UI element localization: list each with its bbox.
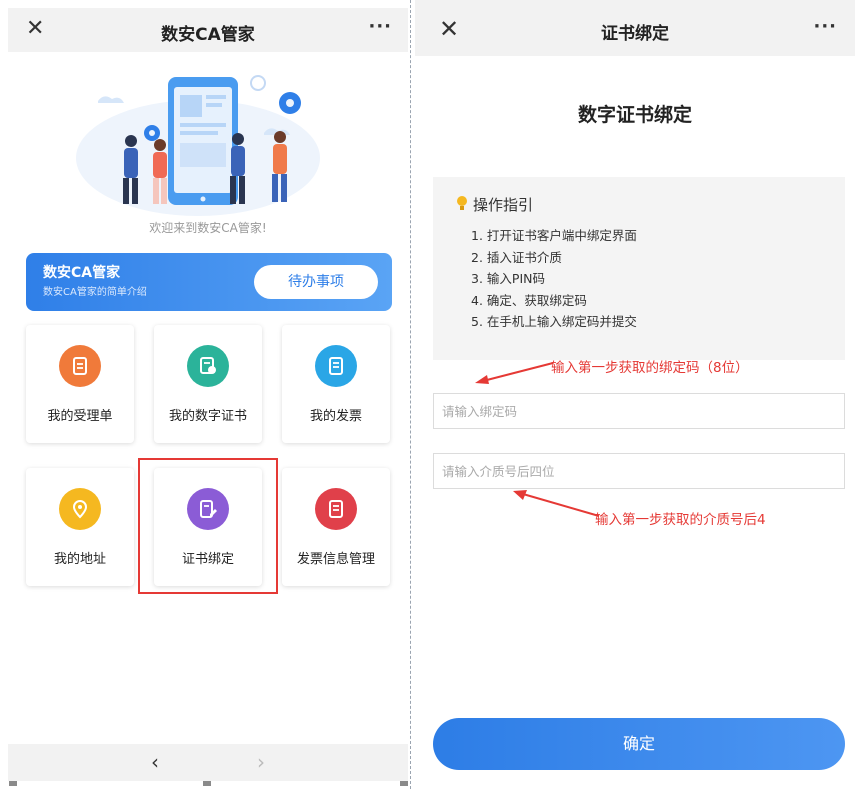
back-arrow-icon[interactable]: ‹ — [151, 750, 159, 774]
top-bar: ✕ 数安CA管家 ··· — [8, 8, 408, 52]
tile-label: 我的受理单 — [47, 409, 113, 424]
bind-code-input[interactable] — [434, 394, 844, 428]
guide-steps: 1. 打开证书客户端中绑定界面 2. 插入证书介质 3. 输入PIN码 4. 确… — [471, 225, 637, 333]
guide-step: 4. 确定、获取绑定码 — [471, 292, 587, 308]
todo-button[interactable]: 待办事项 — [254, 265, 378, 299]
medium-number-field[interactable] — [433, 453, 845, 489]
section-heading: 数字证书绑定 — [577, 104, 692, 126]
guide-step: 1. 打开证书客户端中绑定界面 — [471, 228, 637, 243]
banner-subtitle: 数安CA管家的简单介绍 — [43, 287, 147, 298]
confirm-button[interactable]: 确定 — [433, 718, 845, 770]
medium-number-input[interactable] — [434, 454, 844, 488]
divider-line — [410, 0, 411, 789]
tile-label: 我的地址 — [53, 552, 106, 567]
tile-my-invoices[interactable]: 我的发票 — [282, 325, 390, 443]
guide-step: 3. 输入PIN码 — [471, 271, 545, 286]
tile-my-address[interactable]: 我的地址 — [26, 468, 134, 586]
intro-banner[interactable]: 数安CA管家 数安CA管家的简单介绍 待办事项 — [26, 253, 392, 311]
guide-title: 操作指引 — [473, 196, 534, 214]
forward-arrow-icon[interactable]: › — [257, 750, 265, 774]
tile-label: 我的数字证书 — [168, 409, 247, 424]
annotation-bind-code: 输入第一步获取的绑定码（8位） — [551, 360, 749, 376]
top-bar: ✕ 证书绑定 ··· — [415, 0, 855, 56]
tile-my-certificates[interactable]: 我的数字证书 — [154, 325, 262, 443]
tile-invoice-info-management[interactable]: 发票信息管理 — [282, 468, 390, 586]
bind-code-field[interactable] — [433, 393, 845, 429]
left-phone-screen: ✕ 数安CA管家 ··· 欢迎来到数安CA管家! 数安CA管家 数安CA管家的简… — [8, 8, 408, 781]
annotation-medium-number: 输入第一步获取的介质号后4 — [595, 512, 766, 528]
screenshot-root: ✕ 数安CA管家 ··· 欢迎来到数安CA管家! 数安CA管家 数安CA管家的简… — [0, 0, 855, 789]
bottom-nav-bar: ‹ › — [8, 744, 408, 781]
highlight-box — [138, 458, 278, 594]
page-title: 数安CA管家 — [161, 25, 255, 45]
location-icon — [59, 488, 101, 530]
tile-my-applications[interactable]: 我的受理单 — [26, 325, 134, 443]
page-title: 证书绑定 — [601, 24, 669, 44]
right-phone-screen: ✕ 证书绑定 ··· 数字证书绑定 操作指引 1. 打开证书客户端中绑定界面 2… — [415, 0, 855, 789]
annotation-arrow — [513, 490, 600, 517]
clipboard-icon — [59, 345, 101, 387]
banner-title: 数安CA管家 — [43, 265, 121, 281]
hero-illustration — [76, 75, 320, 216]
lightbulb-icon — [457, 196, 467, 210]
guide-step: 5. 在手机上输入绑定码并提交 — [471, 314, 637, 329]
certificate-icon — [187, 345, 229, 387]
more-icon[interactable]: ··· — [368, 16, 392, 37]
more-icon[interactable]: ··· — [813, 16, 837, 37]
operation-guide: 操作指引 1. 打开证书客户端中绑定界面 2. 插入证书介质 3. 输入PIN码… — [433, 177, 845, 360]
welcome-text: 欢迎来到数安CA管家! — [149, 221, 267, 235]
tile-label: 发票信息管理 — [296, 552, 375, 567]
annotation-arrow — [475, 362, 554, 384]
tile-label: 我的发票 — [309, 409, 362, 424]
guide-step: 2. 插入证书介质 — [471, 249, 562, 265]
invoice-icon — [315, 345, 357, 387]
invoice-manage-icon — [315, 488, 357, 530]
